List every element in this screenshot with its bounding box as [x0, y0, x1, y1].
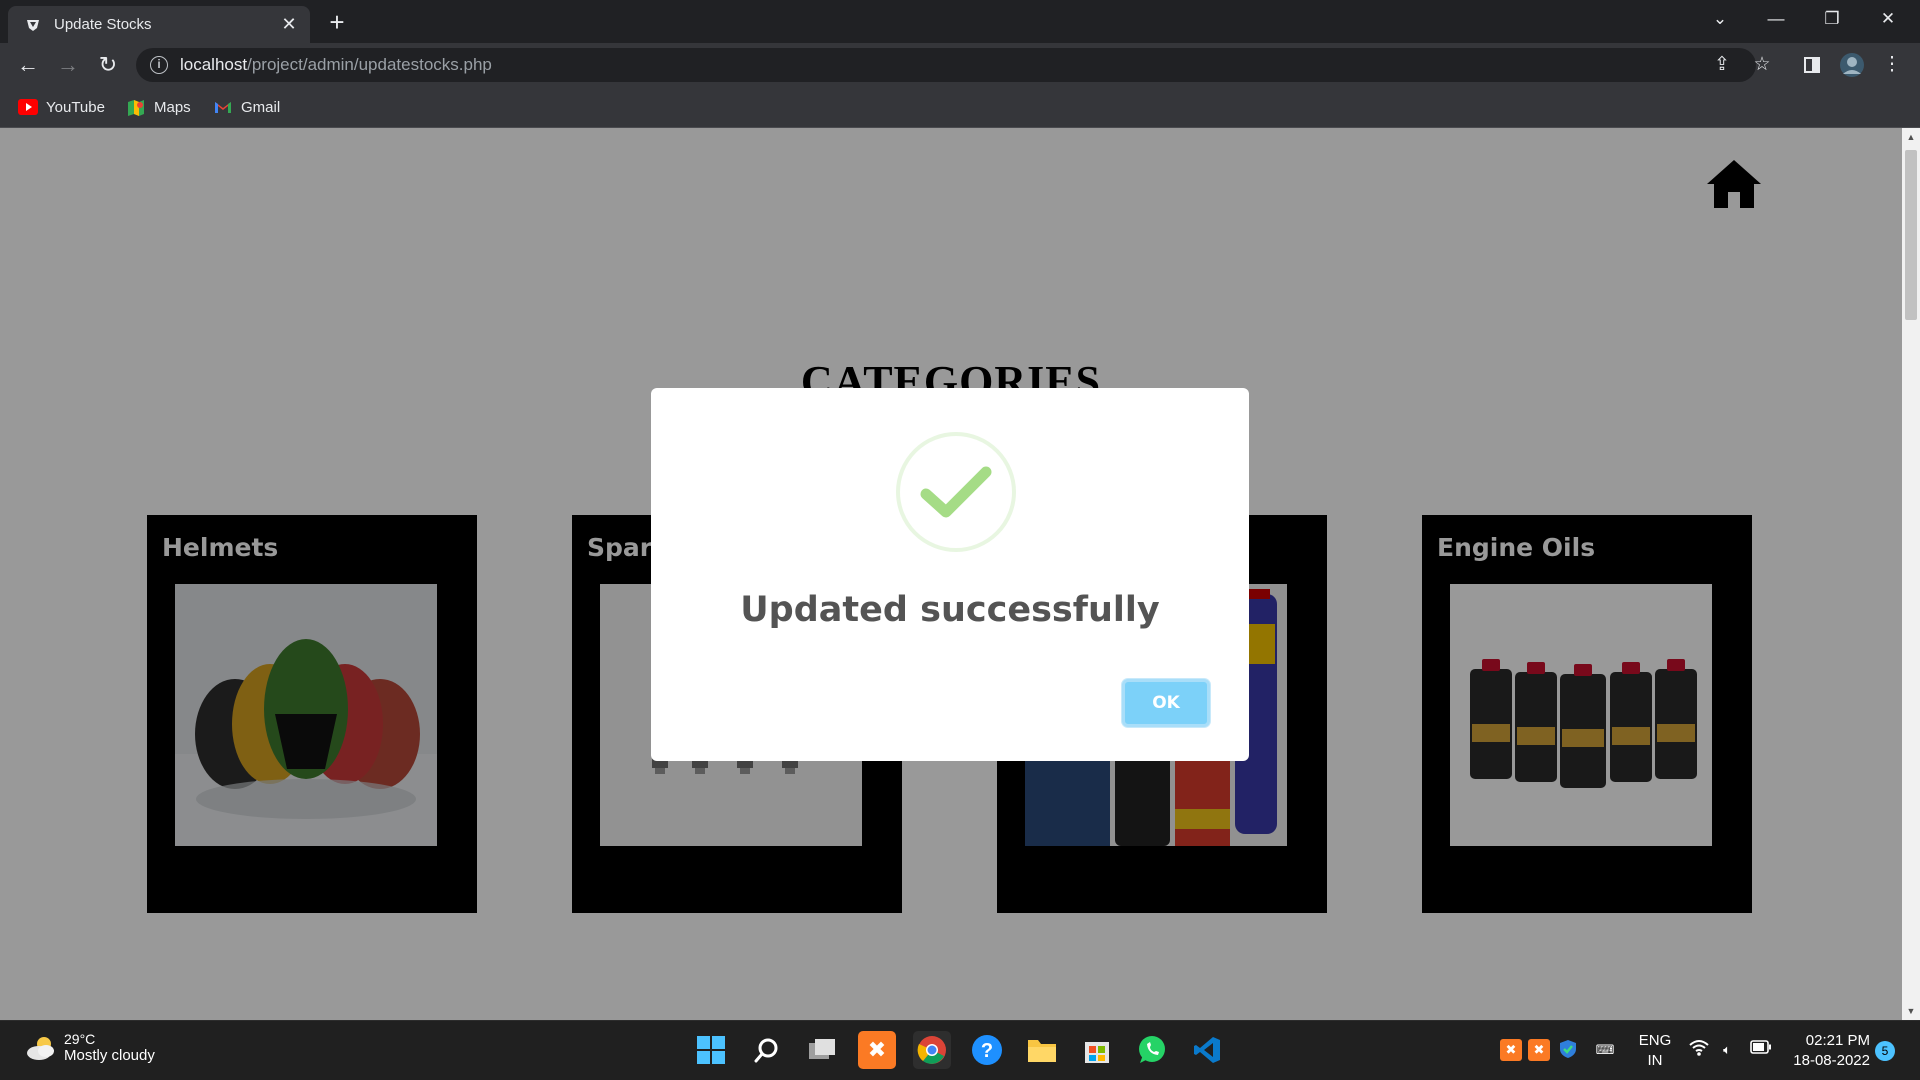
reload-icon[interactable]: ↻	[92, 49, 124, 81]
back-arrow-icon[interactable]: ←	[12, 49, 44, 81]
bookmark-gmail[interactable]: Gmail	[213, 96, 280, 118]
language-code: ENG	[1638, 1032, 1672, 1049]
xampp-icon[interactable]: ✖	[858, 1031, 896, 1069]
ok-button[interactable]: OK	[1122, 679, 1210, 727]
file-explorer-icon[interactable]	[1023, 1031, 1061, 1069]
windows-taskbar: 29°C Mostly cloudy ✖ ? ✖ ✖ ⌨ ENG IN 🔈︎ 0…	[0, 1020, 1920, 1080]
success-dialog: Updated successfully OK	[651, 388, 1249, 761]
minimize-button[interactable]: —	[1748, 0, 1804, 38]
clock-date: 18-08-2022	[1793, 1052, 1870, 1069]
chrome-icon[interactable]	[913, 1031, 951, 1069]
page-scrollbar[interactable]: ▲ ▼	[1902, 128, 1920, 1020]
scrollbar-thumb[interactable]	[1905, 150, 1917, 320]
url-host: localhost	[180, 55, 248, 74]
restore-button[interactable]: ❐	[1804, 0, 1860, 38]
site-info-icon[interactable]: i	[150, 56, 168, 74]
scroll-up-arrow-icon[interactable]: ▲	[1902, 128, 1920, 146]
browser-tabstrip: Update Stocks ✕ + ⌄ — ❐ ✕	[0, 0, 1920, 43]
site-favicon-icon	[24, 16, 42, 34]
help-icon[interactable]: ?	[968, 1031, 1006, 1069]
scroll-down-arrow-icon[interactable]: ▼	[1902, 1002, 1920, 1020]
language-indicator[interactable]: ENG IN	[1630, 1031, 1680, 1071]
search-icon[interactable]	[748, 1031, 786, 1069]
close-window-button[interactable]: ✕	[1860, 0, 1916, 38]
bookmark-maps[interactable]: Maps	[126, 96, 191, 118]
microsoft-store-icon[interactable]	[1078, 1031, 1116, 1069]
bookmark-label: Maps	[154, 98, 191, 116]
profile-avatar[interactable]	[1836, 49, 1868, 81]
address-bar[interactable]: i localhost/project/admin/updatestocks.p…	[136, 48, 1756, 82]
bookmark-youtube[interactable]: YouTube	[18, 96, 105, 118]
menu-kebab-icon[interactable]: ⋮	[1876, 49, 1908, 81]
wifi-icon[interactable]	[1688, 1039, 1710, 1061]
tab-close-icon[interactable]: ✕	[278, 14, 300, 35]
cloudy-weather-icon	[24, 1033, 58, 1063]
bookmark-star-icon[interactable]: ☆	[1746, 49, 1778, 81]
battery-icon[interactable]	[1750, 1039, 1772, 1061]
gmail-icon	[213, 99, 233, 115]
side-panel-icon[interactable]	[1796, 49, 1828, 81]
page-viewport: CATEGORIES Helmets Spark Engine Oils Upd…	[0, 128, 1902, 1020]
whatsapp-icon[interactable]	[1133, 1031, 1171, 1069]
region-code: IN	[1647, 1052, 1663, 1069]
security-shield-icon[interactable]	[1557, 1039, 1579, 1061]
windows-start-icon[interactable]	[692, 1031, 730, 1069]
weather-widget[interactable]: 29°C Mostly cloudy	[24, 1031, 155, 1064]
forward-arrow-icon[interactable]: →	[52, 49, 84, 81]
xampp-tray-icon-2[interactable]: ✖	[1528, 1039, 1550, 1061]
tab-title: Update Stocks	[54, 16, 152, 33]
url-path: /project/admin/updatestocks.php	[247, 55, 492, 74]
weather-temperature: 29°C	[64, 1031, 96, 1047]
share-icon[interactable]: ⇪	[1706, 49, 1738, 81]
weather-description: Mostly cloudy	[64, 1047, 155, 1064]
new-tab-button[interactable]: +	[322, 8, 352, 38]
xampp-tray-icon[interactable]: ✖	[1500, 1039, 1522, 1061]
maps-icon	[126, 99, 146, 116]
success-check-icon	[896, 432, 1016, 552]
tab-update-stocks[interactable]: Update Stocks ✕	[8, 6, 310, 43]
bookmark-label: YouTube	[46, 98, 105, 116]
notification-badge[interactable]: 5	[1875, 1041, 1895, 1061]
clock-time: 02:21 PM	[1805, 1032, 1870, 1049]
dialog-message: Updated successfully	[740, 590, 1160, 630]
svg-text:?: ?	[981, 1040, 993, 1062]
bookmarks-bar: YouTube Maps Gmail	[0, 87, 1920, 128]
task-view-icon[interactable]	[803, 1031, 841, 1069]
vscode-icon[interactable]	[1188, 1031, 1226, 1069]
tab-search-chevron-icon[interactable]: ⌄	[1692, 0, 1748, 38]
keyboard-icon[interactable]: ⌨	[1594, 1039, 1616, 1061]
youtube-icon	[18, 99, 38, 115]
browser-toolbar: ← → ↻ i localhost/project/admin/updatest…	[0, 43, 1920, 87]
system-clock[interactable]: 02:21 PM 18-08-2022	[1780, 1031, 1870, 1071]
volume-icon[interactable]: 🔈︎	[1716, 1039, 1738, 1061]
bookmark-label: Gmail	[241, 98, 281, 116]
